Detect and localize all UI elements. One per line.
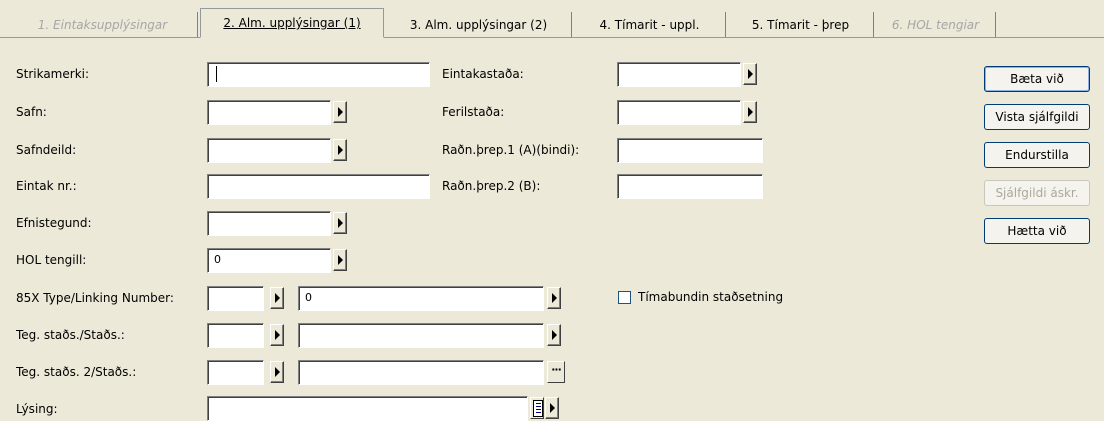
lysing-lookup-button[interactable]: [545, 397, 559, 419]
strikamerki-input[interactable]: [207, 62, 430, 87]
reset-button-label: Endurstilla: [1005, 148, 1069, 162]
tab-label: 4. Tímarit - uppl.: [599, 17, 700, 32]
lysing-label: Lýsing:: [16, 402, 58, 416]
hol-tengill-input[interactable]: 0: [207, 248, 331, 273]
teg-stads-2-type-input[interactable]: [207, 360, 264, 385]
x85-label: 85X Type/Linking Number:: [16, 291, 174, 305]
radn-threp-1-input[interactable]: [617, 138, 763, 163]
safn-label: Safn:: [16, 105, 47, 119]
eintak-nr-label: Eintak nr.:: [16, 179, 77, 193]
add-button-label: Bæta við: [1010, 72, 1064, 86]
eintak-nr-input[interactable]: [207, 174, 430, 199]
eintakastada-input[interactable]: [617, 62, 741, 87]
teg-stads-2-label: Teg. staðs. 2/Staðs.:: [16, 365, 137, 379]
tab-label: 6. HOL tengiar: [891, 17, 980, 32]
add-button[interactable]: Bæta við: [984, 66, 1090, 92]
tab-label: 1. Eintaksupplýsingar: [37, 17, 168, 32]
safndeild-input[interactable]: [207, 138, 331, 163]
cancel-button[interactable]: Hætta við: [984, 218, 1090, 244]
tab-strip: 1. Eintaksupplýsingar 2. Alm. upplýsinga…: [0, 0, 1104, 40]
document-shape: [533, 400, 543, 417]
cancel-button-label: Hætta við: [1007, 224, 1067, 238]
ferilstada-label: Ferilstaða:: [442, 105, 505, 119]
doc-line: [536, 412, 541, 413]
tab-alm-upplysingar-2[interactable]: 3. Alm. upplýsingar (2): [386, 12, 572, 37]
x85-number-input[interactable]: 0: [298, 286, 544, 311]
tab-alm-upplysingar-1[interactable]: 2. Alm. upplýsingar (1): [200, 8, 384, 38]
safndeild-label: Safndeild:: [16, 143, 77, 157]
teg-stads-type-input[interactable]: [207, 323, 264, 348]
lysing-input[interactable]: [207, 396, 528, 421]
timabundin-label: Tímabundin staðsetning: [638, 290, 784, 304]
tab-strip-divider: [0, 37, 1104, 38]
ferilstada-input[interactable]: [617, 100, 741, 125]
tab-label: 2. Alm. upplýsingar (1): [223, 16, 361, 30]
list-icon[interactable]: [530, 397, 544, 419]
eintakastada-lookup-button[interactable]: [743, 63, 757, 85]
teg-stads-type-lookup-button[interactable]: [270, 324, 284, 346]
hol-tengill-label: HOL tengill:: [16, 253, 87, 267]
hol-tengill-lookup-button[interactable]: [333, 249, 347, 271]
teg-stads-label: Teg. staðs./Staðs.:: [16, 328, 125, 342]
teg-stads-lookup-button[interactable]: [547, 324, 561, 346]
tab-eintaksupplysingar[interactable]: 1. Eintaksupplýsingar: [8, 12, 198, 37]
timabundin-checkbox[interactable]: [618, 291, 631, 304]
tab-timarit-uppl[interactable]: 4. Tímarit - uppl.: [574, 12, 726, 37]
tab-label: 5. Tímarit - þrep: [751, 17, 850, 32]
efnistegund-label: Efnistegund:: [16, 216, 92, 230]
teg-stads-2-type-lookup-button[interactable]: [270, 361, 284, 383]
tab-timarit-threp[interactable]: 5. Tímarit - þrep: [728, 12, 874, 37]
doc-line: [536, 403, 541, 404]
x85-type-input[interactable]: [207, 286, 264, 311]
tab-label: 3. Alm. upplýsingar (2): [409, 17, 548, 32]
doc-line: [536, 409, 541, 410]
ellipsis-button[interactable]: ···: [547, 361, 565, 383]
tab-hol-tengiar[interactable]: 6. HOL tengiar: [876, 12, 996, 37]
safndeild-lookup-button[interactable]: [333, 139, 347, 161]
show-default-button-label: Vista sjálfgildi: [995, 110, 1079, 124]
radn-threp-2-input[interactable]: [617, 174, 763, 199]
x85-number-lookup-button[interactable]: [547, 287, 561, 309]
x85-number-value: 0: [305, 291, 312, 304]
doc-line: [536, 406, 541, 407]
radn-threp-2-label: Raðn.þrep.2 (B):: [442, 179, 541, 193]
ferilstada-lookup-button[interactable]: [743, 101, 757, 123]
show-default-button[interactable]: Vista sjálfgildi: [984, 104, 1090, 130]
default-request-button-label: Sjálfgildi áskr.: [995, 186, 1079, 200]
efnistegund-input[interactable]: [207, 211, 331, 236]
safn-lookup-button[interactable]: [333, 101, 347, 123]
strikamerki-label: Strikamerki:: [16, 67, 90, 81]
radn-threp-1-label: Raðn.þrep.1 (A)(bindi):: [442, 143, 580, 157]
safn-input[interactable]: [207, 100, 331, 125]
x85-type-lookup-button[interactable]: [270, 287, 284, 309]
eintakastada-label: Eintakastaða:: [442, 67, 524, 81]
default-request-button[interactable]: Sjálfgildi áskr.: [984, 180, 1090, 206]
hol-tengill-value: 0: [214, 253, 221, 266]
teg-stads-input[interactable]: [298, 323, 544, 348]
efnistegund-lookup-button[interactable]: [333, 212, 347, 234]
text-caret: [216, 66, 217, 82]
reset-button[interactable]: Endurstilla: [984, 142, 1090, 168]
teg-stads-2-input[interactable]: [298, 360, 544, 385]
